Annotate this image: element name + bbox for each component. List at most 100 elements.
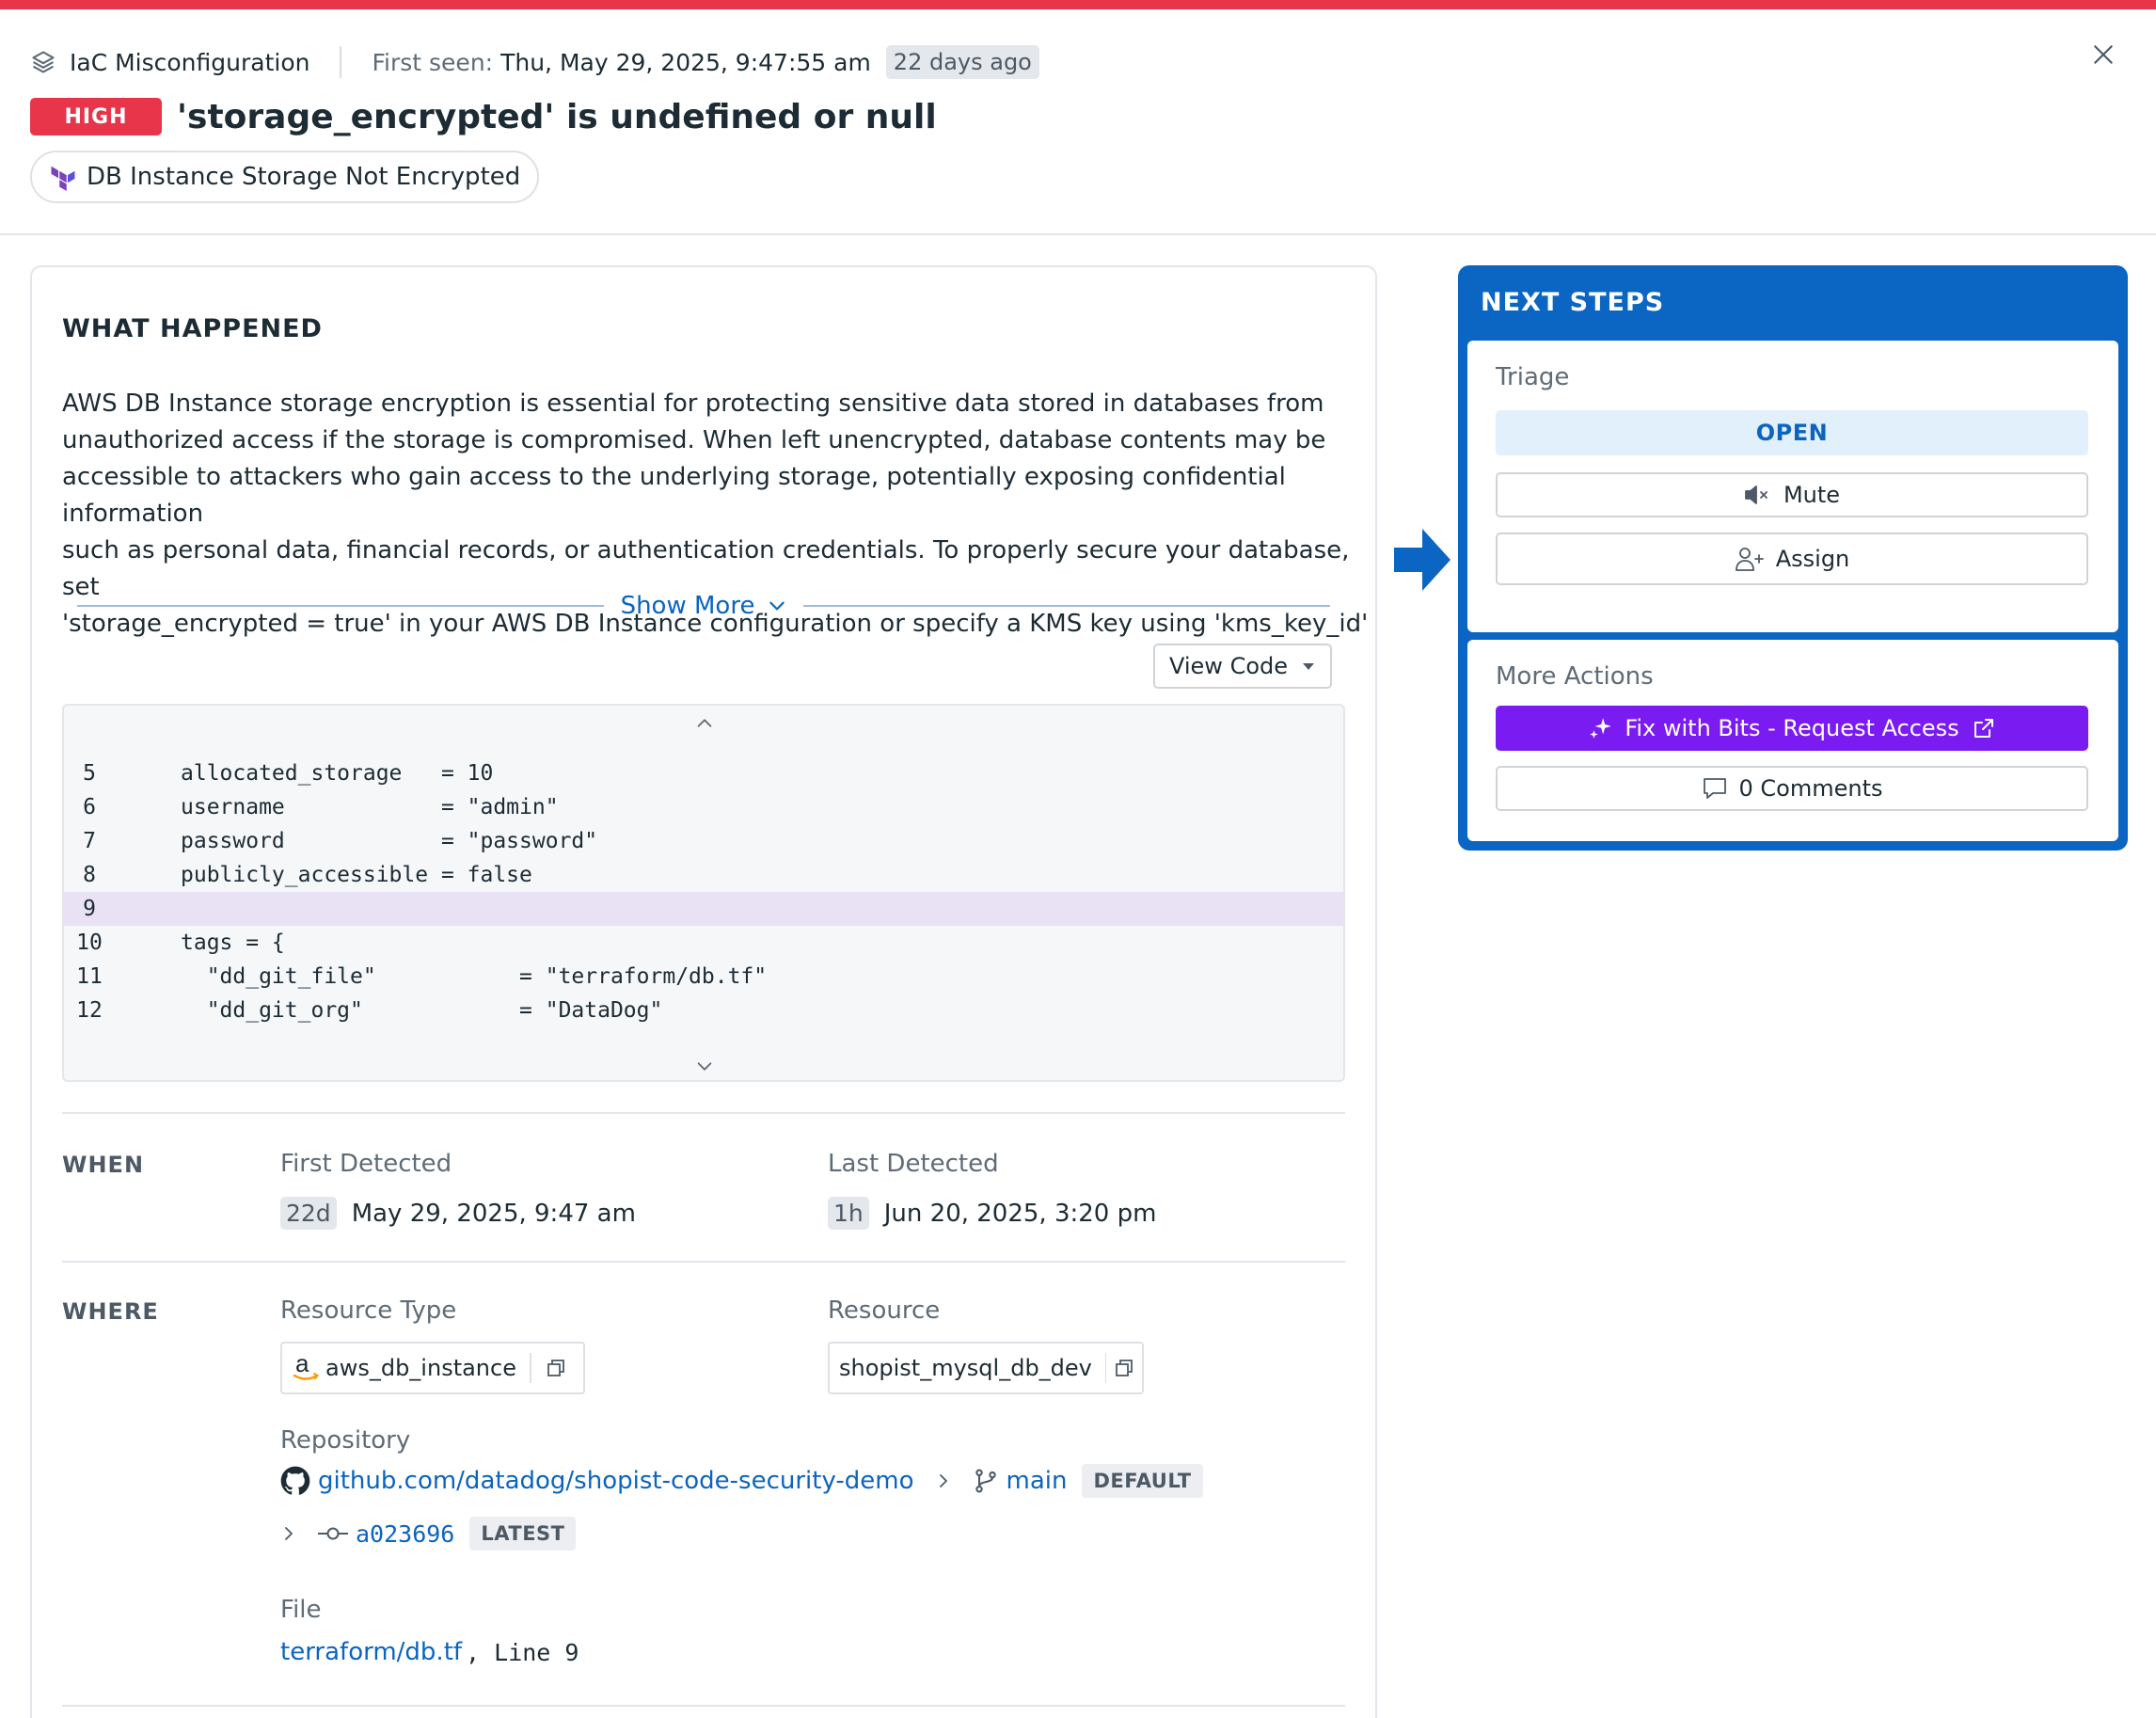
chevron-right-icon	[935, 1472, 952, 1489]
last-detected-ago-badge: 1h	[828, 1197, 869, 1230]
assign-user-icon	[1735, 548, 1764, 571]
header-separator	[340, 46, 342, 78]
copy-icon	[547, 1360, 564, 1376]
fix-with-bits-button[interactable]: Fix with Bits - Request Access	[1496, 706, 2088, 751]
header-title-row: HIGH 'storage_encrypted' is undefined or…	[30, 90, 937, 143]
expand-commits-button[interactable]	[280, 1525, 297, 1542]
code-line: 9	[64, 892, 1343, 926]
first-seen-value: Thu, May 29, 2025, 9:47:55 am	[500, 48, 871, 76]
branch-link[interactable]: main	[1007, 1467, 1068, 1495]
code-line: 10 tags = {	[64, 926, 1343, 960]
last-detected-value-row: 1h Jun 20, 2025, 3:20 pm	[828, 1197, 1156, 1230]
external-link-icon	[1974, 719, 1993, 738]
when-label: WHEN	[62, 1152, 145, 1178]
code-line-number: 10	[76, 931, 103, 955]
where-divider	[62, 1261, 1345, 1263]
first-detected-ago-badge: 22d	[280, 1197, 337, 1230]
severity-top-bar	[0, 0, 2156, 9]
commit-icon	[318, 1524, 348, 1543]
code-line-text: publicly_accessible = false	[181, 863, 532, 887]
show-more-row: Show More	[77, 587, 1330, 625]
copy-resource-type-button[interactable]	[531, 1344, 580, 1392]
assign-button[interactable]: Assign	[1496, 533, 2088, 585]
fix-with-bits-label: Fix with Bits - Request Access	[1625, 715, 1959, 741]
code-line-text: "dd_git_file" = "terraform/db.tf"	[181, 964, 768, 989]
code-line: 5 allocated_storage = 10	[64, 756, 1343, 790]
view-code-label: View Code	[1168, 653, 1289, 679]
mute-label: Mute	[1783, 482, 1841, 508]
copy-icon	[1116, 1360, 1133, 1376]
commit-link[interactable]: a023696	[356, 1520, 454, 1548]
mute-button[interactable]: Mute	[1496, 472, 2088, 517]
view-code-dropdown[interactable]: View Code	[1153, 644, 1332, 689]
next-steps-title: NEXT STEPS	[1481, 288, 1665, 317]
terraform-icon	[49, 163, 77, 191]
comments-button[interactable]: 0 Comments	[1496, 766, 2088, 811]
resource-type-value: aws_db_instance	[325, 1355, 516, 1381]
copy-resource-button[interactable]	[1106, 1344, 1142, 1392]
finding-header: IaC Misconfiguration First seen: Thu, Ma…	[0, 9, 2156, 235]
arrow-right-icon	[1394, 529, 1451, 591]
details-card: WHAT HAPPENED AWS DB Instance storage en…	[30, 265, 1377, 1718]
chevron-up-icon	[697, 719, 712, 727]
rule-name: DB Instance Storage Not Encrypted	[87, 163, 521, 191]
show-more-line-right	[803, 605, 1330, 607]
layers-icon	[30, 49, 56, 75]
finding-title: 'storage_encrypted' is undefined or null	[177, 97, 937, 136]
last-detected-value: Jun 20, 2025, 3:20 pm	[883, 1199, 1157, 1228]
comments-label: 0 Comments	[1738, 775, 1883, 802]
more-actions-label: More Actions	[1496, 662, 1654, 691]
file-line-number: , Line 9	[466, 1638, 579, 1666]
triage-label: Triage	[1496, 363, 1570, 391]
rule-chip[interactable]: DB Instance Storage Not Encrypted	[30, 151, 540, 203]
code-line-number: 6	[83, 795, 96, 819]
chevron-down-icon	[697, 1062, 712, 1071]
repository-row: github.com/datadog/shopist-code-security…	[280, 1458, 1203, 1503]
code-line-number: 8	[83, 863, 96, 887]
mute-icon	[1745, 485, 1768, 504]
next-steps-panel: NEXT STEPS Triage OPEN Mute Assign More …	[1458, 265, 2128, 851]
code-line-number: 11	[76, 964, 103, 989]
first-seen-ago-badge: 22 days ago	[885, 45, 1039, 79]
close-icon	[2094, 45, 2113, 64]
code-line: 12 "dd_git_org" = "DataDog"	[64, 994, 1343, 1027]
code-line: 7 password = "password"	[64, 824, 1343, 858]
svg-text:a: a	[295, 1353, 309, 1377]
repository-label: Repository	[280, 1426, 411, 1455]
commit-row: a023696 LATEST	[280, 1511, 577, 1556]
resource-type-chip: a aws_db_instance	[280, 1342, 585, 1394]
code-line-text: allocated_storage = 10	[181, 761, 494, 786]
chevron-down-icon	[769, 601, 785, 611]
file-label: File	[280, 1596, 322, 1624]
first-seen-label: First seen:	[372, 48, 494, 76]
status-open-button[interactable]: OPEN	[1496, 410, 2088, 455]
file-link[interactable]: terraform/db.tf	[280, 1638, 462, 1666]
code-line-text: password = "password"	[181, 829, 598, 853]
where-label: WHERE	[62, 1298, 159, 1325]
show-more-label: Show More	[620, 592, 755, 620]
first-detected-value: May 29, 2025, 9:47 am	[351, 1199, 636, 1228]
code-line-number: 7	[83, 829, 96, 853]
first-detected-value-row: 22d May 29, 2025, 9:47 am	[280, 1197, 636, 1230]
github-icon	[280, 1466, 310, 1496]
resource-type-chip-text: a aws_db_instance	[282, 1353, 530, 1383]
resource-chip: shopist_mysql_db_dev	[828, 1342, 1144, 1394]
severity-badge: HIGH	[30, 98, 162, 135]
first-detected-label: First Detected	[280, 1150, 452, 1178]
code-scroll-up-button[interactable]	[694, 713, 715, 738]
code-line-text: username = "admin"	[181, 795, 559, 819]
code-scroll-down-button[interactable]	[694, 1056, 715, 1080]
comment-icon	[1703, 778, 1726, 799]
repository-link[interactable]: github.com/datadog/shopist-code-security…	[318, 1467, 914, 1495]
resource-label: Resource	[828, 1296, 941, 1325]
when-divider	[62, 1112, 1345, 1114]
close-button[interactable]	[2086, 38, 2120, 72]
sparkle-icon	[1590, 718, 1612, 739]
finding-type-label: IaC Misconfiguration	[70, 48, 310, 76]
what-happened-title: WHAT HAPPENED	[62, 314, 323, 343]
file-row: terraform/db.tf , Line 9	[280, 1630, 579, 1675]
show-more-button[interactable]: Show More	[604, 592, 804, 620]
triage-box: Triage OPEN Mute Assign	[1467, 341, 2118, 632]
assign-label: Assign	[1775, 546, 1850, 572]
code-line-number: 5	[83, 761, 96, 786]
